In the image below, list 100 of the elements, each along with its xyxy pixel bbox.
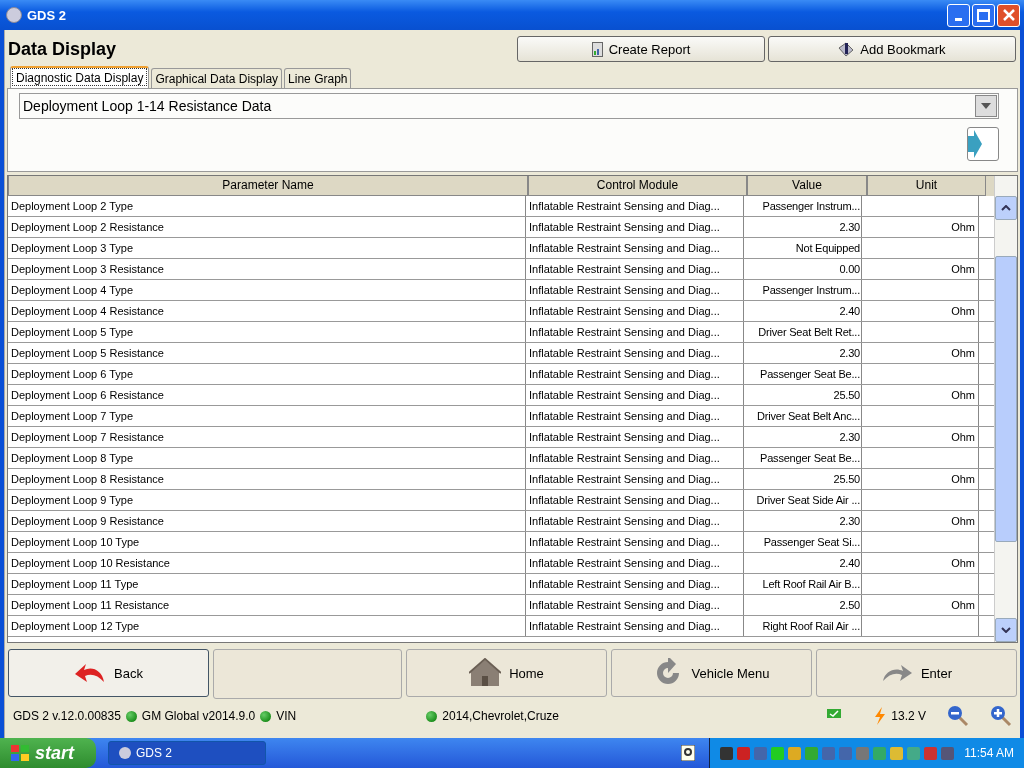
table-cell: Deployment Loop 6 Resistance (11, 389, 164, 401)
table-cell: Deployment Loop 4 Type (11, 284, 134, 296)
status-label: GM Global v2014.9.0 (141, 709, 256, 723)
tray-icon[interactable] (924, 746, 938, 760)
table-cell: Inflatable Restraint Sensing and Diag... (529, 473, 720, 485)
table-cell: Deployment Loop 9 Type (11, 494, 134, 506)
caret-icon (1001, 627, 1011, 633)
status-dot-icon (125, 710, 137, 722)
version-label: GDS 2 v.12.0.00835 (13, 709, 121, 723)
tray-icon[interactable] (890, 746, 904, 760)
tray-icon[interactable] (720, 746, 734, 760)
back-button[interactable]: Back (8, 649, 209, 697)
create-report-button[interactable]: Create Report (517, 36, 765, 62)
report-icon (591, 41, 603, 57)
tray-icon[interactable] (771, 746, 785, 760)
zoom-out-icon[interactable] (947, 705, 969, 727)
table-cell: Deployment Loop 2 Resistance (11, 221, 164, 233)
voltage-label: 13.2 V (891, 709, 926, 723)
tab[interactable]: Diagnostic Data Display (10, 66, 150, 88)
table-cell: 2.30 (839, 431, 860, 443)
table-cell: Deployment Loop 11 Resistance (11, 599, 170, 611)
table-cell: 0.00 (839, 263, 860, 275)
window-title: GDS 2 (27, 7, 66, 23)
table-cell: Inflatable Restraint Sensing and Diag... (529, 263, 720, 275)
lightning-icon (874, 707, 887, 725)
tray-icon[interactable] (788, 746, 802, 760)
table-cell: Driver Seat Side Air ... (756, 494, 860, 506)
column-header[interactable]: Parameter Name (8, 176, 528, 196)
table-cell: Inflatable Restraint Sensing and Diag... (529, 431, 720, 443)
table-cell: Inflatable Restraint Sensing and Diag... (529, 410, 720, 422)
table-cell: Ohm (951, 473, 975, 485)
table-cell: Inflatable Restraint Sensing and Diag... (529, 494, 720, 506)
table-cell: Passenger Instrum... (762, 200, 860, 212)
column-header[interactable]: Control Module (528, 176, 747, 196)
app-logo-icon (6, 7, 22, 23)
table-cell: 25.50 (833, 473, 860, 485)
table-cell: Inflatable Restraint Sensing and Diag... (529, 536, 720, 548)
tab[interactable]: Line Graph (284, 68, 352, 88)
table-cell: Deployment Loop 3 Type (11, 242, 134, 254)
vehicle-button[interactable]: Vehicle Menu (611, 649, 812, 697)
table-cell: Driver Seat Belt Anc... (757, 410, 860, 422)
page-title: Data Display (8, 38, 117, 60)
table-cell: Deployment Loop 7 Resistance (11, 431, 164, 443)
scroll-thumb[interactable] (995, 256, 1017, 542)
table-cell: Deployment Loop 5 Resistance (11, 347, 164, 359)
table-cell: Ohm (951, 515, 975, 527)
table-cell: Deployment Loop 4 Resistance (11, 305, 164, 317)
table-cell: Right Roof Rail Air ... (762, 620, 860, 632)
house-icon (469, 658, 502, 688)
table-cell: Passenger Seat Be... (760, 368, 860, 380)
column-header[interactable]: Unit (867, 176, 986, 196)
table-cell: Passenger Seat Be... (760, 452, 860, 464)
table-cell: 2.30 (839, 347, 860, 359)
table-cell: Inflatable Restraint Sensing and Diag... (529, 599, 720, 611)
home-button[interactable]: Home (406, 649, 607, 697)
table-cell: Deployment Loop 7 Type (11, 410, 134, 422)
table-cell: Inflatable Restraint Sensing and Diag... (529, 389, 720, 401)
table-cell: Deployment Loop 9 Resistance (11, 515, 164, 527)
close-button[interactable] (997, 3, 1020, 27)
add-bookmark-button[interactable]: Add Bookmark (768, 36, 1016, 62)
tray-icon[interactable] (737, 746, 751, 760)
enter-button[interactable]: Enter (816, 649, 1017, 697)
table-cell: Inflatable Restraint Sensing and Diag... (529, 305, 720, 317)
column-header[interactable]: Value (747, 176, 867, 196)
windows-logo-icon (10, 744, 30, 762)
arrow-icon (968, 130, 982, 158)
scrollbar[interactable] (994, 176, 1017, 642)
arrow-button[interactable] (967, 127, 999, 161)
status-dot-icon (260, 710, 272, 722)
scroll-up-button[interactable] (995, 196, 1017, 220)
minimize-button[interactable] (947, 3, 970, 27)
data-list-dropdown[interactable]: Deployment Loop 1-14 Resistance Data (19, 93, 999, 119)
table-cell: Inflatable Restraint Sensing and Diag... (529, 326, 720, 338)
table-cell: Inflatable Restraint Sensing and Diag... (529, 284, 720, 296)
table-cell: Passenger Instrum... (762, 284, 860, 296)
table-cell: Deployment Loop 8 Type (11, 452, 134, 464)
table-cell: Deployment Loop 6 Type (11, 368, 134, 380)
zoom-in-icon[interactable] (990, 705, 1012, 727)
table-cell: Inflatable Restraint Sensing and Diag... (529, 620, 720, 632)
maximize-button[interactable] (972, 3, 995, 27)
status-label: 2014,Chevrolet,Cruze (442, 709, 559, 723)
dropdown-button[interactable] (975, 95, 997, 117)
table-cell: Inflatable Restraint Sensing and Diag... (529, 515, 720, 527)
table-cell: Ohm (951, 599, 975, 611)
scroll-down-button[interactable] (995, 618, 1017, 642)
tray-icon[interactable] (941, 746, 955, 760)
help-icon[interactable] (681, 745, 696, 761)
tray-icon[interactable] (754, 746, 768, 760)
tray-icon[interactable] (822, 746, 836, 760)
taskbar-item[interactable]: GDS 2 (108, 741, 266, 765)
table-cell: Deployment Loop 10 Resistance (11, 557, 170, 569)
tab[interactable]: Graphical Data Display (151, 68, 283, 88)
table-cell: Deployment Loop 12 Type (11, 620, 140, 632)
table-cell: Ohm (951, 389, 975, 401)
tray-icon[interactable] (839, 746, 853, 760)
table-cell: Inflatable Restraint Sensing and Diag... (529, 452, 720, 464)
table-cell: Passenger Seat Si... (763, 536, 860, 548)
table-cell: Ohm (951, 557, 975, 569)
table-cell: 25.50 (833, 389, 860, 401)
clock: 11:54 AM (964, 746, 1014, 760)
